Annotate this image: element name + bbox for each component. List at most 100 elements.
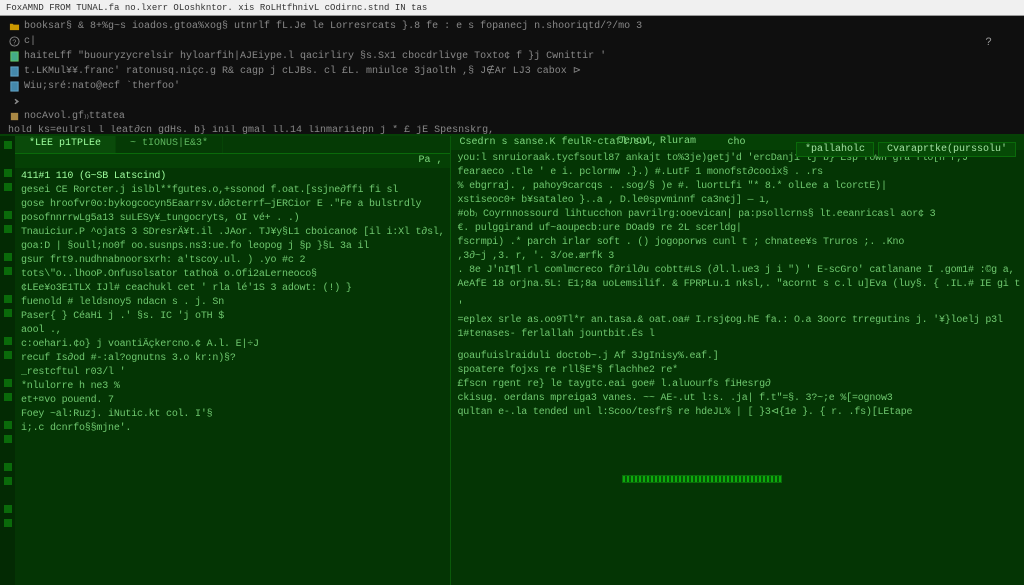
code-line: £fscn rgent re} le taygtc.eai goe# l.alu… [457, 378, 1024, 392]
gutter-marker[interactable] [1, 194, 15, 207]
gutter-marker[interactable] [1, 138, 15, 151]
gutter-marker[interactable] [1, 362, 15, 375]
code-line: goa:D | §oull;no0f oo.susnps.ns3:ue.fo l… [21, 240, 444, 254]
top-row: haiteLff "buouryzycrelsir hyloarfih|AJEi… [8, 50, 1016, 62]
gutter-marker[interactable] [1, 278, 15, 291]
main-area: *LEE p1TPLEe~ tIONUS|E&3* Pa , 411#1 110… [0, 136, 1024, 585]
gutter-marker[interactable] [1, 432, 15, 445]
code-line: €. pulggirand uf~aoupecb:ure DOad9 re 2L… [457, 222, 1024, 236]
code-line: gose hroofvr0o:bykogcocyn5Eaarrsv.d∂cter… [21, 198, 444, 212]
right-content[interactable]: you:l snruioraak.tycfsoutl87 ankajt to%3… [451, 150, 1024, 585]
gutter-marker[interactable] [1, 516, 15, 529]
code-line: qultan e-.la tended unl l:Scoo/tesfr§ re… [457, 406, 1024, 420]
top-row: nocAvol.gf₎₎ttatea [8, 110, 1016, 122]
window-title: FoxAMND FROM TUNAL.fa no.lxerr OLoshknto… [6, 3, 427, 13]
gutter-marker[interactable] [1, 180, 15, 193]
top-row: booksar§ & 8+%g~s ioados.gtoa%xog§ utnrl… [8, 20, 1016, 32]
gutter-marker[interactable] [1, 334, 15, 347]
code-line: spoatere fojxs re rll§E*§ flachhe2 re* [457, 364, 1024, 378]
code-line: Foey ~al:Ruzj. iNutic.kt col. I'§ [21, 408, 444, 422]
top-row-text: nocAvol.gf₎₎ttatea [24, 110, 125, 122]
code-line: i;.c dcnrfo§§mjne'. [21, 422, 444, 436]
doc-icon [8, 80, 20, 92]
file-icon [8, 50, 20, 62]
gutter-marker[interactable] [1, 264, 15, 277]
code-line: Tnauiciur.P ^ojatS 3 SDresrÄ¥t.il .JAor.… [21, 226, 444, 240]
top-row-text: hold ks=eulrsl l leat∂cn gdHs. b} inil g… [8, 125, 494, 136]
code-line: 1#tenases- ferlallah jountbit.És l [457, 328, 1024, 342]
badge-2[interactable]: Cvaraprtke(purssolu' [878, 142, 1016, 157]
scrollbar-thumb[interactable] [623, 476, 781, 482]
horizontal-scrollbar[interactable] [622, 475, 782, 483]
code-line: % ebgrraj. , pahoy9carcqs . .sog/§ )e #.… [457, 180, 1024, 194]
gutter-marker[interactable] [1, 166, 15, 179]
gutter-marker[interactable] [1, 222, 15, 235]
code-line: fuenold # leldsnoy5 ndacn s . j. Sn [21, 296, 444, 310]
code-line: 411#1 110 (G~SB Latscind) [21, 170, 444, 184]
code-line: AeAfE 18 orjna.5L: E1;8a uoLemsilif. & F… [457, 278, 1024, 292]
code-line: _restcftul r03/l ' [21, 366, 444, 380]
code-line: gsur frt9.nudhnabnoorsxrh: a'tscoy.ul. )… [21, 254, 444, 268]
top-row: t.LKMul¥¥.franc' ratonusq.niçc.g R& cagp… [8, 65, 1016, 77]
right-header-col: cho [728, 137, 746, 149]
top-row-text: c| [24, 36, 36, 47]
gutter-marker[interactable] [1, 474, 15, 487]
gutter-marker[interactable] [1, 348, 15, 361]
svg-text:?: ? [12, 39, 16, 47]
left-header-col: Pa , [418, 155, 442, 167]
top-row-text: t.LKMul¥¥.franc' ratonusq.niçc.g R& cagp… [24, 65, 581, 77]
left-gutter [0, 136, 15, 585]
code-line: gesei CE Rorcter.j islbl**fgutes.o,+sson… [21, 184, 444, 198]
code-line: ' [457, 300, 1024, 314]
code-line: xstiseoc0+ b¥sataleo }..a , D.le0spvminn… [457, 194, 1024, 208]
left-tab[interactable]: ~ tIONUS|E&3* [116, 136, 223, 153]
code-line: recuf Is∂od #-:al?ognutns 3.o kr:n)§? [21, 352, 444, 366]
title-bar: FoxAMND FROM TUNAL.fa no.lxerr OLoshknto… [0, 0, 1024, 16]
gutter-marker[interactable] [1, 390, 15, 403]
left-pane: *LEE p1TPLEe~ tIONUS|E&3* Pa , 411#1 110… [15, 136, 450, 585]
code-line: fearaeco .tle ' e i. pclormw .}.) #.LutF… [457, 166, 1024, 180]
gutter-marker[interactable] [1, 418, 15, 431]
gutter-marker[interactable] [1, 306, 15, 319]
badge-1[interactable]: *pallaholc [796, 142, 874, 157]
gutter-marker[interactable] [1, 208, 15, 221]
right-tab-1[interactable]: Jenov. Rluram [618, 136, 696, 147]
top-row-text: haiteLff "buouryzycrelsir hyloarfih|AJEi… [24, 51, 606, 62]
gutter-marker[interactable] [1, 376, 15, 389]
gutter-marker[interactable] [1, 446, 15, 459]
gutter-marker[interactable] [1, 152, 15, 165]
left-header-row: Pa , [15, 154, 450, 168]
left-content[interactable]: 411#1 110 (G~SB Latscind)gesei CE Rorcte… [15, 168, 450, 585]
code-line: ckisug. oerdans mpreiga3 vanes. ~~ AE-.u… [457, 392, 1024, 406]
left-tabbar: *LEE p1TPLEe~ tIONUS|E&3* [15, 136, 450, 154]
code-line: #ob₎ Coyrnnossourd lihtucchon pavrilrg:o… [457, 208, 1024, 222]
gutter-marker[interactable] [1, 502, 15, 515]
code-line: Paser{ } CéaHi j .' §s. IC 'j oTH $ [21, 310, 444, 324]
code-line: fscrmpi) .* parch irlar soft . () jogopo… [457, 236, 1024, 250]
gutter-marker[interactable] [1, 460, 15, 473]
gutter-marker[interactable] [1, 404, 15, 417]
right-pane: Csedrn s sanse.K feulR-ctafl.sul,cho you… [450, 136, 1024, 585]
gutter-marker[interactable] [1, 236, 15, 249]
code-line: ,3∂~j ,3. r, '. 3/oe.ærfk 3 [457, 250, 1024, 264]
help-icon: ? [8, 35, 20, 47]
gutter-marker[interactable] [1, 292, 15, 305]
folder-icon [8, 20, 20, 32]
code-line: c:oehari.¢o} j voantiÃçkercno.¢ A.l. E|÷… [21, 338, 444, 352]
doc-icon [8, 65, 20, 77]
top-row: Wiu;sré:nato@ecf `therfoo' [8, 80, 1016, 92]
help-icon[interactable]: ? [985, 37, 992, 49]
top-row [8, 95, 1016, 107]
left-tab[interactable]: *LEE p1TPLEe [15, 136, 116, 153]
misc-icon [8, 110, 20, 122]
top-row: ? c| [8, 35, 1016, 47]
top-row: hold ks=eulrsl l leat∂cn gdHs. b} inil g… [8, 125, 1016, 136]
code-line: . 8e J'nI¶l rl comlmcreco f∂ril∂u cobtt#… [457, 264, 1024, 278]
top-row-text: booksar§ & 8+%g~s ioados.gtoa%xog§ utnrl… [24, 21, 642, 32]
gutter-marker[interactable] [1, 488, 15, 501]
right-badges: *pallaholc Cvaraprtke(purssolu' [796, 142, 1016, 157]
code-line: tots\"o..lhooP.Onfusolsator tathoä o.Ofi… [21, 268, 444, 282]
gutter-marker[interactable] [1, 320, 15, 333]
code-line: =eplex srle as.oo9Tl*r an.tasa.& oat.oa#… [457, 314, 1024, 328]
gutter-marker[interactable] [1, 250, 15, 263]
